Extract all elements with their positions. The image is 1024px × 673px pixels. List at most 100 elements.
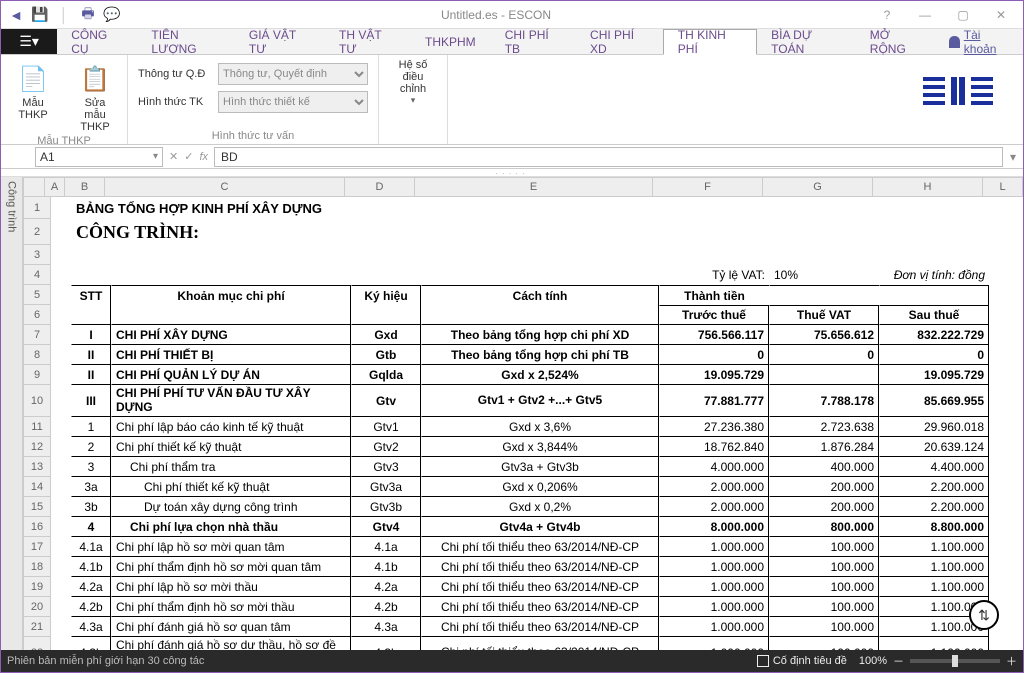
cell-F5[interactable]: Thành tiền: [659, 285, 769, 305]
cell-D19[interactable]: 4.2a: [351, 577, 421, 597]
cell-L22[interactable]: [989, 637, 1023, 650]
cell-L15[interactable]: [989, 497, 1023, 517]
back-icon[interactable]: ◄: [5, 4, 27, 26]
cell-D7[interactable]: Gxd: [351, 325, 421, 345]
cell-G21[interactable]: 100.000: [769, 617, 879, 637]
zoom-slider[interactable]: [910, 659, 1000, 663]
cell-A15[interactable]: [51, 497, 71, 517]
cell-L13[interactable]: [989, 457, 1023, 477]
cell-B1[interactable]: BẢNG TỔNG HỢP KINH PHÍ XÂY DỰNG: [71, 197, 111, 219]
cell-B22[interactable]: 4.3b: [71, 637, 111, 650]
close-icon[interactable]: ✕: [983, 4, 1019, 26]
chevron-down-icon[interactable]: ▾: [153, 151, 158, 162]
cancel-fx-icon[interactable]: ✕: [169, 150, 178, 163]
cell-A18[interactable]: [51, 557, 71, 577]
cell-D15[interactable]: Gtv3b: [351, 497, 421, 517]
cell-F17[interactable]: 1.000.000: [659, 537, 769, 557]
cell-D22[interactable]: 4.3b: [351, 637, 421, 650]
zoom-out-icon[interactable]: －: [893, 653, 904, 669]
row-header-12[interactable]: 12: [23, 437, 51, 457]
cell-B3[interactable]: [71, 245, 111, 265]
cell-B14[interactable]: 3a: [71, 477, 111, 497]
cell-A17[interactable]: [51, 537, 71, 557]
cell-E2[interactable]: [421, 219, 659, 245]
cell-G17[interactable]: 100.000: [769, 537, 879, 557]
cell-C22[interactable]: Chi phí đánh giá hồ sơ dự thầu, hồ sơ đề…: [111, 637, 351, 650]
cell-D8[interactable]: Gtb: [351, 345, 421, 365]
cell-F1[interactable]: [659, 197, 769, 219]
cell-H12[interactable]: 20.639.124: [879, 437, 989, 457]
cell-G12[interactable]: 1.876.284: [769, 437, 879, 457]
save-icon[interactable]: 💾: [29, 4, 51, 26]
cell-C19[interactable]: Chi phí lập hồ sơ mời thầu: [111, 577, 351, 597]
cell-F8[interactable]: 0: [659, 345, 769, 365]
row-header-17[interactable]: 17: [23, 537, 51, 557]
maximize-icon[interactable]: ▢: [945, 4, 981, 26]
accept-fx-icon[interactable]: ✓: [184, 150, 193, 163]
cell-F21[interactable]: 1.000.000: [659, 617, 769, 637]
cell-D18[interactable]: 4.1b: [351, 557, 421, 577]
cell-A19[interactable]: [51, 577, 71, 597]
col-header-C[interactable]: C: [105, 177, 345, 197]
cell-E11[interactable]: Gxd x 3,6%: [421, 417, 659, 437]
cell-H13[interactable]: 4.400.000: [879, 457, 989, 477]
cell-D3[interactable]: [351, 245, 421, 265]
cell-E3[interactable]: [421, 245, 659, 265]
cell-F14[interactable]: 2.000.000: [659, 477, 769, 497]
row-header-19[interactable]: 19: [23, 577, 51, 597]
cell-B2[interactable]: CÔNG TRÌNH:: [71, 219, 111, 245]
ribbon-tab-th-kinh-phí[interactable]: TH KINH PHÍ: [663, 29, 757, 55]
cell-L12[interactable]: [989, 437, 1023, 457]
cell-F2[interactable]: [659, 219, 769, 245]
cell-H3[interactable]: [879, 245, 989, 265]
cell-E4[interactable]: [421, 265, 659, 285]
row-header-22[interactable]: 22: [23, 637, 51, 650]
cell-H16[interactable]: 8.800.000: [879, 517, 989, 537]
cell-F18[interactable]: 1.000.000: [659, 557, 769, 577]
cell-H17[interactable]: 1.100.000: [879, 537, 989, 557]
minimize-icon[interactable]: —: [907, 4, 943, 26]
cell-B7[interactable]: I: [71, 325, 111, 345]
cell-C18[interactable]: Chi phí thẩm định hồ sơ mời quan tâm: [111, 557, 351, 577]
cell-L4[interactable]: [989, 265, 1023, 285]
cell-A8[interactable]: [51, 345, 71, 365]
cell-B21[interactable]: 4.3a: [71, 617, 111, 637]
cell-F20[interactable]: 1.000.000: [659, 597, 769, 617]
cell-G4[interactable]: 10%: [769, 265, 879, 285]
cell-E20[interactable]: Chi phí tối thiểu theo 63/2014/NĐ-CP: [421, 597, 659, 617]
cell-A11[interactable]: [51, 417, 71, 437]
cell-H1[interactable]: [879, 197, 989, 219]
ribbon-tab-chi-phí-tb[interactable]: CHI PHÍ TB: [491, 29, 576, 54]
ribbon-tab-giá-vật-tư[interactable]: GIÁ VẬT TƯ: [235, 29, 325, 54]
cell-L8[interactable]: [989, 345, 1023, 365]
cell-D9[interactable]: Gqlda: [351, 365, 421, 385]
cell-C2[interactable]: [111, 219, 351, 245]
cell-G15[interactable]: 200.000: [769, 497, 879, 517]
cell-G7[interactable]: 75.656.612: [769, 325, 879, 345]
cell-B13[interactable]: 3: [71, 457, 111, 477]
cell-E12[interactable]: Gxd x 3,844%: [421, 437, 659, 457]
row-header-7[interactable]: 7: [23, 325, 51, 345]
cell-G11[interactable]: 2.723.638: [769, 417, 879, 437]
row-header-6[interactable]: 6: [23, 305, 51, 325]
cell-L6[interactable]: [989, 305, 1023, 325]
cell-D4[interactable]: [351, 265, 421, 285]
cell-A2[interactable]: [51, 219, 71, 245]
cell-L9[interactable]: [989, 365, 1023, 385]
cell-G8[interactable]: 0: [769, 345, 879, 365]
chat-icon[interactable]: 💬: [101, 4, 123, 26]
cell-H15[interactable]: 2.200.000: [879, 497, 989, 517]
col-header-G[interactable]: G: [763, 177, 873, 197]
cell-D20[interactable]: 4.2b: [351, 597, 421, 617]
col-header-D[interactable]: D: [345, 177, 415, 197]
ribbon-tab-bìa-dự-toán[interactable]: BÌA DỰ TOÁN: [757, 29, 856, 54]
row-header-5[interactable]: 5: [23, 285, 51, 305]
col-header-L[interactable]: L: [983, 177, 1023, 197]
cell-C1[interactable]: [111, 197, 351, 219]
cell-E10[interactable]: Gtv1 + Gtv2 +...+ Gtv5: [421, 385, 659, 417]
cell-F16[interactable]: 8.000.000: [659, 517, 769, 537]
cell-A5[interactable]: [51, 285, 71, 305]
cell-C10[interactable]: CHI PHÍ PHÍ TƯ VẤN ĐẦU TƯ XÂY DỰNG: [111, 385, 351, 417]
cell-L1[interactable]: [989, 197, 1023, 219]
cell-B12[interactable]: 2: [71, 437, 111, 457]
